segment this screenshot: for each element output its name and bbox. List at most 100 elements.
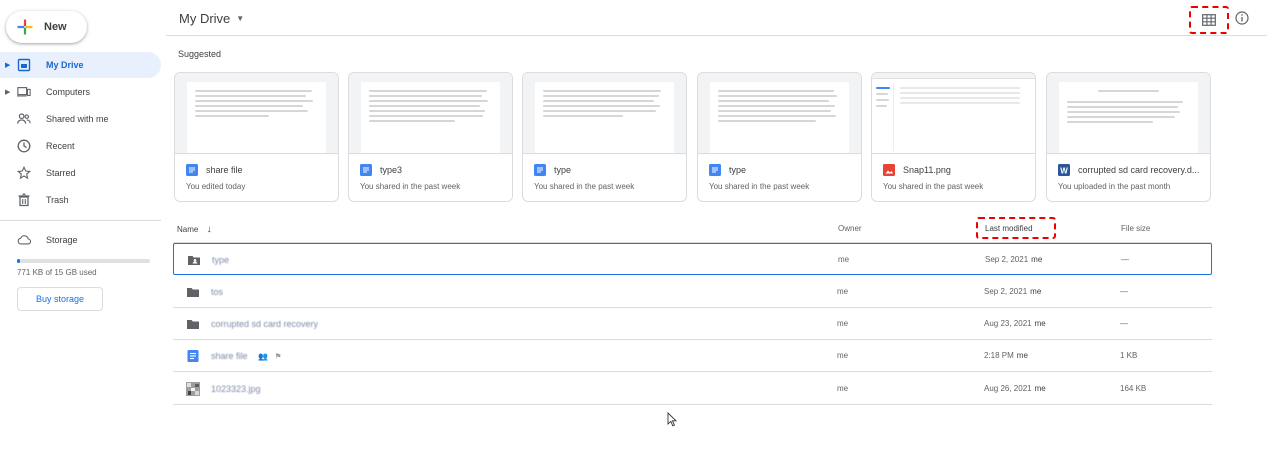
info-button[interactable] — [1235, 11, 1249, 25]
card-file-name: type — [729, 165, 747, 175]
sidebar-item-label: Trash — [46, 195, 69, 205]
card-activity: You uploaded in the past month — [1058, 182, 1171, 191]
info-icon — [1235, 11, 1249, 25]
table-row[interactable]: type me Sep 2, 2021 me — — [173, 243, 1212, 275]
card-file-name: type — [554, 165, 572, 175]
row-owner: me — [837, 351, 849, 360]
star-icon — [17, 166, 31, 180]
row-file-size: — — [1121, 255, 1129, 264]
card-file-name: type3 — [380, 165, 403, 175]
grid-view-button[interactable] — [1189, 6, 1229, 34]
new-button[interactable]: New — [6, 11, 87, 43]
table-row[interactable]: tos me Sep 2, 2021 me — — [173, 276, 1212, 308]
card-activity: You shared in the past week — [709, 182, 810, 191]
expand-caret-icon[interactable]: ▶ — [5, 88, 10, 96]
flag-icon: ⚑ — [274, 352, 282, 361]
google-doc-icon — [187, 350, 199, 362]
storage-progress-bar — [17, 259, 150, 263]
sidebar-item-starred[interactable]: Starred — [0, 160, 161, 186]
buy-storage-button[interactable]: Buy storage — [17, 287, 103, 311]
name-header-label: Name — [177, 225, 199, 234]
row-owner: me — [837, 384, 849, 393]
last-modified-column-header[interactable]: Last modified — [976, 217, 1056, 239]
sidebar-divider — [0, 220, 161, 221]
row-file-size: — — [1120, 319, 1128, 328]
image-file-icon — [883, 164, 895, 176]
row-last-modified: Sep 2, 2021 me — [985, 255, 1043, 264]
file-thumbnail — [698, 73, 861, 154]
expand-caret-icon[interactable]: ▶ — [5, 61, 10, 69]
plus-icon — [17, 19, 33, 35]
file-size-column-header: File size — [1121, 224, 1151, 233]
storage-used-text: 771 KB of 15 GB used — [17, 268, 97, 277]
arrow-down-icon: ↓ — [206, 224, 212, 235]
sidebar-item-label: Recent — [46, 141, 75, 151]
table-row[interactable]: 1023323.jpg me Aug 26, 2021 me 164 KB — [173, 373, 1212, 405]
file-thumbnail — [872, 73, 1035, 154]
google-doc-icon — [709, 164, 721, 176]
new-button-label: New — [44, 21, 67, 33]
shared-people-icon: 👥 — [258, 352, 269, 361]
trash-icon — [17, 193, 31, 207]
page-title-dropdown[interactable]: My Drive ▼ — [179, 11, 244, 26]
row-owner: me — [838, 255, 850, 264]
card-file-name: share file — [206, 165, 243, 175]
card-file-name: Snap11.png — [903, 165, 951, 175]
card-activity: You shared in the past week — [534, 182, 635, 191]
sidebar: New ▶ My Drive ▶ Computers Shared with m… — [0, 0, 166, 464]
sidebar-item-computers[interactable]: ▶ Computers — [0, 79, 161, 105]
row-owner: me — [837, 287, 849, 296]
row-file-name: type — [212, 255, 230, 265]
sidebar-item-recent[interactable]: Recent — [0, 133, 161, 159]
row-last-modified: 2:18 PM me — [984, 351, 1028, 360]
sidebar-item-label: Starred — [46, 168, 76, 178]
row-file-size: 1 KB — [1120, 351, 1138, 360]
chevron-down-icon: ▼ — [236, 14, 245, 23]
table-row[interactable]: corrupted sd card recovery me Aug 23, 20… — [173, 308, 1212, 340]
row-file-name: tos — [211, 287, 224, 297]
folder-icon — [187, 320, 199, 329]
computer-icon — [17, 85, 31, 99]
suggested-card[interactable]: W corrupted sd card recovery.d... You up… — [1046, 72, 1211, 202]
header-divider — [166, 35, 1267, 36]
card-activity: You shared in the past week — [360, 182, 461, 191]
shared-folder-icon — [188, 256, 200, 265]
suggested-card[interactable]: Snap11.png You shared in the past week — [871, 72, 1036, 202]
row-last-modified: Sep 2, 2021 me — [984, 287, 1042, 296]
sidebar-item-label: Shared with me — [46, 114, 109, 124]
owner-column-header: Owner — [838, 224, 862, 233]
grid-view-icon — [1202, 14, 1216, 26]
suggested-card[interactable]: type You shared in the past week — [697, 72, 862, 202]
suggested-heading: Suggested — [178, 49, 222, 59]
page-title: My Drive — [179, 11, 231, 26]
card-file-name: corrupted sd card recovery.d... — [1078, 165, 1200, 175]
folder-icon — [187, 288, 199, 297]
sidebar-item-label: My Drive — [46, 60, 84, 70]
google-doc-icon — [534, 164, 546, 176]
clock-icon — [17, 139, 31, 153]
sidebar-item-my-drive[interactable]: ▶ My Drive — [0, 52, 161, 78]
row-file-size: — — [1120, 287, 1128, 296]
table-row[interactable]: share file 👥 ⚑ me 2:18 PM me 1 KB — [173, 340, 1212, 372]
file-thumbnail — [523, 73, 686, 154]
sidebar-item-storage[interactable]: Storage — [0, 227, 161, 253]
sidebar-item-shared-with-me[interactable]: Shared with me — [0, 106, 161, 132]
my-drive-icon — [17, 58, 31, 72]
suggested-card[interactable]: type3 You shared in the past week — [348, 72, 513, 202]
row-file-name: share file 👥 ⚑ — [211, 351, 282, 361]
sidebar-item-label: Computers — [46, 87, 91, 97]
name-column-header[interactable]: Name ↓ — [177, 224, 212, 235]
sidebar-item-trash[interactable]: Trash — [0, 187, 161, 213]
word-file-icon: W — [1058, 164, 1070, 176]
storage-progress-fill — [17, 259, 20, 263]
cloud-icon — [17, 233, 31, 247]
google-doc-icon — [360, 164, 372, 176]
suggested-card[interactable]: type You shared in the past week — [522, 72, 687, 202]
people-icon — [17, 112, 31, 126]
card-activity: You edited today — [186, 182, 246, 191]
mouse-cursor-icon — [667, 412, 677, 427]
row-file-size: 164 KB — [1120, 384, 1147, 393]
row-file-name: corrupted sd card recovery — [211, 319, 319, 329]
suggested-card[interactable]: share file You edited today — [174, 72, 339, 202]
image-thumbnail-icon — [186, 382, 200, 396]
